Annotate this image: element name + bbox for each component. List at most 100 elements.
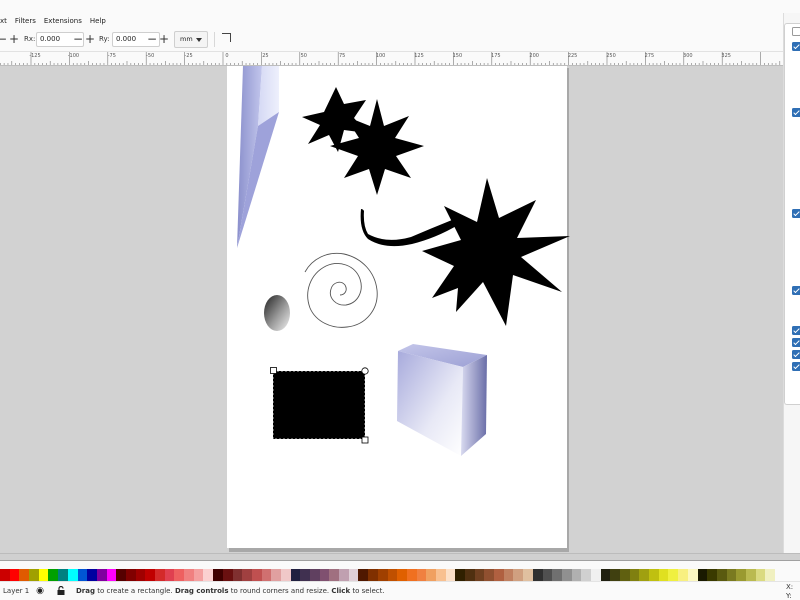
round-corner-handle[interactable] <box>361 367 369 375</box>
3d-bar-shape[interactable] <box>237 66 279 248</box>
color-swatch[interactable] <box>465 569 475 581</box>
color-swatch[interactable] <box>29 569 39 581</box>
color-swatch[interactable] <box>300 569 310 581</box>
color-swatch[interactable] <box>716 569 727 581</box>
color-swatch[interactable] <box>38 569 49 581</box>
color-swatch[interactable] <box>0 569 10 581</box>
color-swatch[interactable] <box>397 569 407 581</box>
color-swatch[interactable] <box>687 569 698 581</box>
color-swatch[interactable] <box>368 569 378 581</box>
color-swatch[interactable] <box>348 569 359 581</box>
color-swatch[interactable] <box>765 569 775 581</box>
color-swatch[interactable] <box>678 569 688 581</box>
color-swatch[interactable] <box>600 569 611 581</box>
star-large[interactable] <box>422 178 570 326</box>
color-swatch[interactable] <box>329 569 340 581</box>
dock-checkbox[interactable] <box>792 27 800 36</box>
color-swatch[interactable] <box>310 569 320 581</box>
color-swatch[interactable] <box>377 569 388 581</box>
color-swatch[interactable] <box>639 569 650 581</box>
color-swatch[interactable] <box>77 569 88 581</box>
menu-extensions[interactable]: Extensions <box>40 17 86 25</box>
color-swatch[interactable] <box>87 569 97 581</box>
color-swatch[interactable] <box>116 569 126 581</box>
color-swatch[interactable] <box>58 569 68 581</box>
color-swatch[interactable] <box>416 569 427 581</box>
color-swatch[interactable] <box>271 569 281 581</box>
palette-scrollbar[interactable] <box>0 553 800 561</box>
menu-filters[interactable]: Filters <box>11 17 40 25</box>
lock-icon[interactable] <box>56 585 66 596</box>
color-swatch[interactable] <box>484 569 495 581</box>
color-swatch[interactable] <box>435 569 446 581</box>
eye-icon[interactable]: ◉ <box>35 586 45 596</box>
color-swatch[interactable] <box>426 569 436 581</box>
decrement-button[interactable]: − <box>0 32 8 46</box>
gradient-ellipse[interactable] <box>264 295 290 331</box>
color-swatch[interactable] <box>19 569 30 581</box>
color-swatch[interactable] <box>755 569 766 581</box>
color-swatch[interactable] <box>445 569 456 581</box>
color-swatch[interactable] <box>581 569 591 581</box>
color-swatch[interactable] <box>203 569 214 581</box>
layer-selector[interactable]: Layer 1 <box>3 587 29 595</box>
color-swatch[interactable] <box>232 569 243 581</box>
color-swatch[interactable] <box>184 569 194 581</box>
color-swatch[interactable] <box>67 569 78 581</box>
color-swatch[interactable] <box>261 569 272 581</box>
selected-rectangle[interactable] <box>272 370 366 440</box>
color-swatch[interactable] <box>707 569 717 581</box>
color-swatch[interactable] <box>251 569 262 581</box>
ry-increment-button[interactable]: + <box>158 32 170 46</box>
rx-increment-button[interactable]: + <box>84 32 96 46</box>
color-swatch[interactable] <box>135 569 146 581</box>
canvas[interactable] <box>0 66 783 556</box>
resize-handle-bottom-right[interactable] <box>361 436 369 444</box>
not-rounded-icon[interactable] <box>222 33 231 42</box>
increment-button[interactable]: + <box>8 32 20 46</box>
color-swatch[interactable] <box>503 569 514 581</box>
color-swatch[interactable] <box>339 569 349 581</box>
color-swatch[interactable] <box>736 569 746 581</box>
spiral-shape[interactable] <box>304 252 378 328</box>
color-swatch[interactable] <box>242 569 252 581</box>
color-swatch[interactable] <box>106 569 117 581</box>
horizontal-ruler[interactable]: -125 -100 -75 -50 -25 0 25 50 75 100 125 150 175 200 2… <box>0 52 783 66</box>
color-swatch[interactable] <box>387 569 398 581</box>
color-swatch[interactable] <box>610 569 620 581</box>
color-swatch[interactable] <box>174 569 185 581</box>
menu-help[interactable]: Help <box>86 17 110 25</box>
color-swatch[interactable] <box>532 569 543 581</box>
color-swatch[interactable] <box>590 569 601 581</box>
color-swatch[interactable] <box>542 569 553 581</box>
dock-checkbox[interactable] <box>792 350 800 359</box>
color-swatch[interactable] <box>164 569 175 581</box>
color-swatch[interactable] <box>658 569 669 581</box>
dock-checkbox[interactable] <box>792 42 800 51</box>
color-swatch[interactable] <box>358 569 369 581</box>
color-swatch[interactable] <box>629 569 640 581</box>
dock-checkbox[interactable] <box>792 338 800 347</box>
color-swatch[interactable] <box>319 569 330 581</box>
color-swatch[interactable] <box>155 569 165 581</box>
rx-decrement-button[interactable]: − <box>72 32 84 46</box>
color-swatch[interactable] <box>474 569 485 581</box>
color-swatch[interactable] <box>406 569 417 581</box>
color-swatch[interactable] <box>455 569 465 581</box>
ry-decrement-button[interactable]: − <box>146 32 158 46</box>
unit-select[interactable]: mm <box>174 31 208 48</box>
dock-checkbox[interactable] <box>792 108 800 117</box>
resize-handle-top-left[interactable] <box>270 367 277 374</box>
color-swatch[interactable] <box>125 569 136 581</box>
color-swatch[interactable] <box>213 569 223 581</box>
color-swatch[interactable] <box>561 569 572 581</box>
color-swatch[interactable] <box>697 569 708 581</box>
color-swatch[interactable] <box>513 569 524 581</box>
color-swatch[interactable] <box>222 569 233 581</box>
calligraphy-stroke[interactable] <box>360 209 458 247</box>
color-swatch[interactable] <box>290 569 301 581</box>
color-swatch[interactable] <box>96 569 107 581</box>
color-swatch[interactable] <box>9 569 20 581</box>
color-swatch[interactable] <box>48 569 59 581</box>
color-swatch[interactable] <box>280 569 291 581</box>
